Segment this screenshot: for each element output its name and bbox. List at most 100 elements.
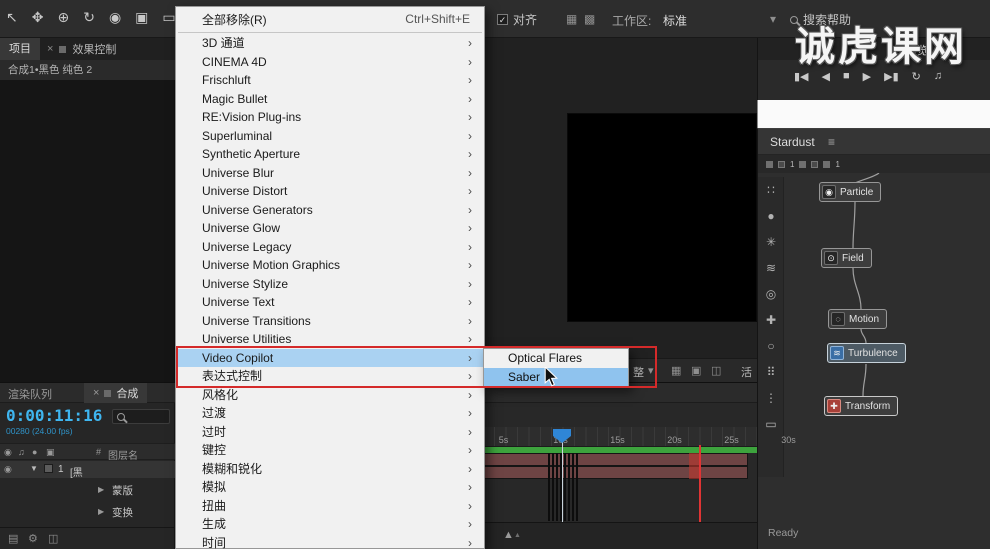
layer-color-chip[interactable] <box>44 464 53 473</box>
menu-item[interactable]: Universe Stylize <box>176 275 484 294</box>
menu-item[interactable]: CINEMA 4D <box>176 53 484 72</box>
resolution-caret-icon[interactable]: ▾ <box>648 364 654 377</box>
layer-row[interactable]: ◉ ▼ 1 [黑 <box>0 461 175 479</box>
frames-icon[interactable]: ▤ <box>8 532 18 545</box>
resolution-select[interactable]: 整 <box>633 364 644 380</box>
circle-icon[interactable]: ○ <box>758 333 784 359</box>
view-layout-icon[interactable]: ◫ <box>711 364 721 377</box>
grid-icon[interactable]: ∷ <box>758 177 784 203</box>
close-icon[interactable]: × <box>47 43 53 55</box>
menu-item[interactable]: 键控 <box>176 441 484 460</box>
menu-item[interactable]: 扭曲 <box>176 497 484 516</box>
add-node-icon[interactable]: ✚ <box>758 307 784 333</box>
sphere-icon[interactable]: ● <box>758 203 784 229</box>
settings-gear-icon[interactable]: ⚙ <box>28 532 38 545</box>
node-motion[interactable]: ◌ Motion <box>828 309 888 329</box>
menu-item[interactable]: 时间 <box>176 534 484 549</box>
snap-toggle[interactable]: ✓ 对齐 <box>497 11 537 28</box>
menu-item[interactable]: 模拟 <box>176 478 484 497</box>
selection-tool-icon[interactable]: ↖ <box>6 9 18 26</box>
menu-item[interactable]: Universe Glow <box>176 219 484 238</box>
close-icon[interactable]: × <box>93 387 99 399</box>
menu-item[interactable]: Superluminal <box>176 127 484 146</box>
tab-render-queue[interactable]: 渲染队列 <box>8 386 52 402</box>
hand-tool-icon[interactable]: ✥ <box>32 9 44 26</box>
menu-item[interactable]: Universe Distort <box>176 182 484 201</box>
node-transform[interactable]: ✚ Transform <box>824 396 899 416</box>
menu-item[interactable]: 表达式控制 <box>176 367 484 386</box>
camera-select[interactable]: 活 <box>741 364 752 380</box>
menu-item[interactable]: Magic Bullet <box>176 90 484 109</box>
property-group-transform[interactable]: ▶ 变换 <box>0 503 175 520</box>
tab-project[interactable]: 项目 <box>0 38 40 60</box>
workspace-value[interactable]: 标准 <box>663 12 687 29</box>
waves-icon[interactable]: ≋ <box>758 255 784 281</box>
menu-item[interactable]: Frischluft <box>176 71 484 90</box>
pan-behind-tool-icon[interactable]: ▣ <box>135 9 148 26</box>
menu-item[interactable]: RE:Vision Plug-ins <box>176 108 484 127</box>
menu-item[interactable]: Universe Text <box>176 293 484 312</box>
rotate-tool-icon[interactable]: ↻ <box>83 9 95 26</box>
twirl-right-icon[interactable]: ▶ <box>98 485 104 494</box>
node-particle[interactable]: ◉ Particle <box>819 182 882 202</box>
mini-tool-icon[interactable] <box>799 160 807 168</box>
swirl-icon[interactable]: ✳ <box>758 229 784 255</box>
timeline-search-input[interactable] <box>112 409 170 424</box>
camera-tool-icon[interactable]: ◉ <box>109 9 121 26</box>
transparency-grid-icon[interactable]: ▣ <box>691 364 701 377</box>
menu-item[interactable]: Universe Generators <box>176 201 484 220</box>
menu-item[interactable]: 3D 通道 <box>176 34 484 53</box>
mini-tool-icon[interactable] <box>766 160 773 168</box>
bars-icon[interactable]: ⋮ <box>758 385 784 411</box>
mini-tool-icon[interactable] <box>811 160 819 168</box>
tab-composition[interactable]: × 合成 <box>84 383 148 403</box>
menu-item[interactable]: 过渡 <box>176 404 484 423</box>
lock-icon[interactable]: ▣ <box>46 447 55 458</box>
layer-name[interactable]: [黑 <box>70 464 83 479</box>
mini-tool-icon[interactable] <box>823 160 831 168</box>
menu-item[interactable]: Synthetic Aperture <box>176 145 484 164</box>
node-turbulence[interactable]: ≋ Turbulence <box>827 343 906 363</box>
menu-item[interactable]: Universe Legacy <box>176 238 484 257</box>
menu-item[interactable]: 生成 <box>176 515 484 534</box>
workspace-grid-icon[interactable]: ▦ <box>566 12 577 26</box>
solo-icon[interactable]: ● <box>32 447 37 457</box>
menu-item[interactable]: Universe Motion Graphics <box>176 256 484 275</box>
twirl-down-icon[interactable]: ▼ <box>30 464 38 473</box>
property-group-masks[interactable]: ▶ 蒙版 <box>0 481 175 498</box>
panel-pin-icon[interactable] <box>59 45 67 53</box>
panel-menu-icon[interactable]: ≡ <box>828 135 835 149</box>
eye-icon[interactable]: ◉ <box>4 464 12 475</box>
stardust-node-graph[interactable]: ◉ Particle ⊙ Field ◌ Motion ≋ Turbulence… <box>784 173 990 526</box>
stardust-status: Ready <box>768 527 799 539</box>
menu-item-remove-all[interactable]: 全部移除(R) Ctrl+Shift+E <box>176 7 484 31</box>
node-field[interactable]: ⊙ Field <box>821 248 872 268</box>
composition-viewport[interactable] <box>567 113 757 322</box>
region-of-interest-icon[interactable]: ▦ <box>671 364 681 377</box>
audio-icon[interactable]: ♫ <box>18 447 25 457</box>
menu-item[interactable]: Universe Utilities <box>176 330 484 349</box>
menu-item[interactable]: Universe Blur <box>176 164 484 183</box>
submenu-item[interactable]: Optical Flares <box>484 349 628 368</box>
mini-tool-icon[interactable] <box>778 160 785 168</box>
menu-item[interactable]: Video Copilot <box>176 348 484 367</box>
zoom-tool-icon[interactable]: ⊕ <box>57 9 69 26</box>
menu-item[interactable]: 风格化 <box>176 386 484 405</box>
checkbox-icon: ✓ <box>497 14 508 25</box>
zoom-in-mountain-icon[interactable]: ▲ <box>514 532 521 539</box>
current-timecode[interactable]: 0:00:11:16 <box>6 406 102 425</box>
zoom-out-mountain-icon[interactable]: ▲ <box>503 529 514 541</box>
columns-icon[interactable]: ◫ <box>48 532 58 545</box>
menu-item[interactable]: 过时 <box>176 423 484 442</box>
tab-effect-controls[interactable]: 效果控制 <box>72 41 116 57</box>
twirl-right-icon[interactable]: ▶ <box>98 507 104 516</box>
menu-item[interactable]: Universe Transitions <box>176 312 484 331</box>
eye-icon[interactable]: ◉ <box>4 447 12 458</box>
snap-label: 对齐 <box>513 13 538 27</box>
mask-tool-icon[interactable]: ▭ <box>162 9 175 26</box>
workspace-caret-icon[interactable]: ▾ <box>770 12 776 26</box>
menu-item[interactable]: 模糊和锐化 <box>176 460 484 479</box>
target-icon[interactable]: ◎ <box>758 281 784 307</box>
dots-icon[interactable]: ⠿ <box>758 359 784 385</box>
workspace-grid2-icon[interactable]: ▩ <box>584 12 595 26</box>
